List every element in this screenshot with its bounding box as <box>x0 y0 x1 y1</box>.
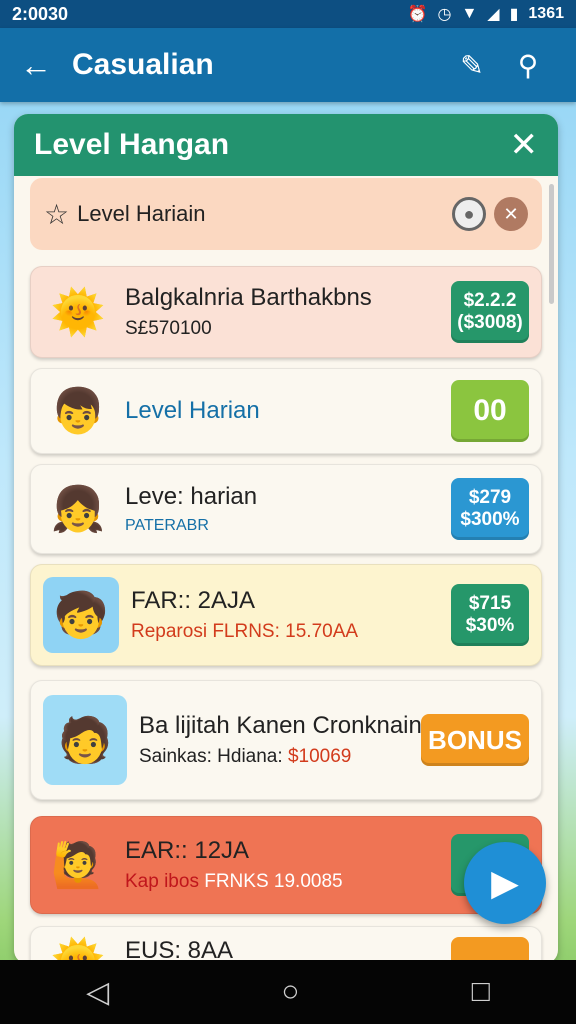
boy-cap-icon: 👦 <box>50 387 106 436</box>
item-subtitle-label: Sainkas: Hdiana: <box>139 746 283 767</box>
close-circle-icon[interactable]: ✕ <box>494 197 528 231</box>
boy-waving-icon: 🙋 <box>50 841 106 890</box>
list-item[interactable]: 🌞 Balgkalnria Barthakbns S£570100 $2.2.2… <box>30 266 542 358</box>
score-value: 00 <box>473 394 507 427</box>
item-subtitle: Kap ibos FRNKS 19.0085 <box>125 871 451 893</box>
market-kid-icon: 🧑 <box>43 695 127 785</box>
shop-kid-icon: 🧒 <box>43 577 119 653</box>
battery-text: 1361 <box>528 5 564 22</box>
system-nav-bar: ◁ ○ □ <box>0 960 576 1024</box>
panel-header: Level Hangan ✕ <box>14 114 558 176</box>
list-item[interactable]: 👧 Leve: harian PATERABR $279 $300% <box>30 464 542 554</box>
app-bar: ← Casualian ✎ ⚲ <box>0 28 576 102</box>
recents-square-icon[interactable]: □ <box>472 975 490 1009</box>
list-item[interactable]: 👦 Level Harian 00 <box>30 368 542 454</box>
item-title: Leve: harian <box>125 483 258 510</box>
bonus-button[interactable]: BONUS <box>421 714 529 766</box>
play-button[interactable]: ▶ <box>464 842 546 924</box>
list-item[interactable]: 🧑 Ba lijitah Kanen Cronknain Sainkas: Hd… <box>30 680 542 800</box>
star-icon: ☆ <box>44 198 70 230</box>
item-subtitle-value: FRNKS 19.0085 <box>204 871 343 892</box>
item-title: EAR:: 12JA <box>125 837 250 864</box>
price-badge[interactable]: $279 $300% <box>451 478 529 540</box>
price-bottom: $300% <box>460 509 520 530</box>
list-item[interactable]: 🌞 EUS: 8AA <box>30 926 542 964</box>
item-title: Balgkalnria Barthakbns <box>125 284 372 311</box>
item-title: FAR:: 2AJA <box>131 587 256 614</box>
scrollbar[interactable] <box>549 184 554 304</box>
item-subtitle-label: Kap ibos <box>125 871 199 892</box>
price-bottom: ($3008) <box>457 312 523 333</box>
price-top: $2.2.2 <box>463 290 517 311</box>
panel-title: Level Hangan <box>34 128 230 161</box>
list-item[interactable]: 🧒 FAR:: 2AJA Reparosi FLRNS: 15.70AA $71… <box>30 564 542 666</box>
edit-icon[interactable]: ✎ <box>444 49 500 82</box>
battery-icon: ▮ <box>509 6 519 23</box>
sub-header-title: Level Hariain <box>77 201 206 226</box>
status-time: 2:0030 <box>12 3 69 24</box>
price-top: $715 <box>468 593 512 614</box>
wifi-icon: ▼ <box>461 5 478 22</box>
item-subtitle: S£570100 <box>125 318 212 339</box>
signal-icon: ◢ <box>487 6 500 23</box>
score-badge[interactable]: 00 <box>451 380 529 442</box>
item-title: Level Harian <box>125 397 260 424</box>
status-icons: ⏰ ◷ ▼ ◢ ▮ 1361 <box>408 4 564 24</box>
play-icon: ▶ <box>491 862 519 903</box>
arrow-left-icon[interactable]: ← <box>20 47 72 84</box>
sub-header: ☆ Level Hariain ● ✕ <box>30 178 542 250</box>
close-icon[interactable]: ✕ <box>510 125 539 165</box>
list-item[interactable]: 🙋 EAR:: 12JA Kap ibos FRNKS 19.0085 <box>30 816 542 914</box>
back-triangle-icon[interactable]: ◁ <box>86 975 109 1010</box>
price-bottom: $30% <box>465 615 515 636</box>
alarm-icon: ⏰ <box>407 6 428 23</box>
item-subtitle: Sainkas: Hdiana: $10069 <box>139 746 421 768</box>
home-circle-icon[interactable]: ○ <box>281 975 299 1009</box>
sun-icon: 🌞 <box>50 288 106 337</box>
level-panel: Level Hangan ✕ ☆ Level Hariain ● ✕ 🌞 Bal… <box>14 114 558 964</box>
price-badge[interactable]: $715 $30% <box>451 584 529 646</box>
girl-flower-icon: 👧 <box>50 485 106 534</box>
user-icon[interactable]: ⚲ <box>500 49 556 82</box>
item-subtitle-value: $10069 <box>287 746 352 767</box>
item-subtitle: Reparosi FLRNS: 15.70AA <box>131 621 359 642</box>
item-title: Ba lijitah Kanen Cronknain <box>139 712 421 739</box>
item-subtitle: PATERABR <box>125 517 209 534</box>
app-title: Casualian <box>72 48 214 81</box>
radio-icon[interactable]: ● <box>452 197 486 231</box>
price-top: $279 <box>468 487 512 508</box>
clock-icon: ◷ <box>437 6 452 23</box>
status-bar: 2:0030 ⏰ ◷ ▼ ◢ ▮ 1361 <box>0 0 576 28</box>
price-badge[interactable]: $2.2.2 ($3008) <box>451 281 529 343</box>
